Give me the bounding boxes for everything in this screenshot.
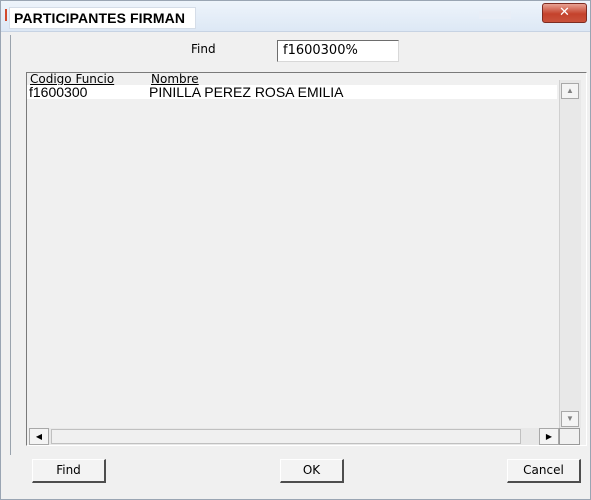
- scroll-right-button[interactable]: ▶: [539, 428, 559, 445]
- cancel-button[interactable]: Cancel: [507, 459, 581, 483]
- scroll-left-button[interactable]: ◀: [29, 428, 49, 445]
- close-icon: ✕: [559, 5, 570, 20]
- find-label: Find: [191, 42, 216, 56]
- participantes-dialog: PARTICIPANTES FIRMAN ✕ Find f1600300% Co…: [0, 0, 591, 500]
- ok-button[interactable]: OK: [280, 459, 344, 483]
- vertical-scrollbar[interactable]: ▲ ▼: [559, 80, 581, 428]
- arrow-up-icon: ▲: [566, 86, 574, 95]
- scroll-up-button[interactable]: ▲: [561, 83, 579, 99]
- arrow-right-icon: ▶: [545, 432, 553, 441]
- table-row[interactable]: f1600300 PINILLA PEREZ ROSA EMILIA: [27, 85, 557, 99]
- title-plate: PARTICIPANTES FIRMAN: [9, 7, 197, 29]
- title-accent-mark: [5, 9, 7, 21]
- scroll-thumb[interactable]: [51, 429, 521, 444]
- arrow-down-icon: ▼: [566, 414, 574, 423]
- find-button[interactable]: Find: [32, 459, 106, 483]
- cell-codigo: f1600300: [29, 84, 88, 100]
- close-button[interactable]: ✕: [542, 3, 587, 23]
- title-bar[interactable]: PARTICIPANTES FIRMAN ✕: [1, 1, 590, 32]
- scroll-corner: [559, 428, 580, 445]
- frame-divider: [10, 35, 11, 455]
- scroll-down-button[interactable]: ▼: [561, 411, 579, 427]
- window-title: PARTICIPANTES FIRMAN: [14, 10, 186, 26]
- cell-nombre: PINILLA PEREZ ROSA EMILIA: [149, 84, 344, 100]
- find-input[interactable]: f1600300%: [277, 40, 399, 62]
- horizontal-scrollbar[interactable]: ◀ ▶: [29, 428, 559, 445]
- arrow-left-icon: ◀: [35, 432, 43, 441]
- title-bar-ghost: [479, 11, 511, 19]
- participants-grid[interactable]: Codigo Funcio Nombre f1600300 PINILLA PE…: [26, 72, 587, 446]
